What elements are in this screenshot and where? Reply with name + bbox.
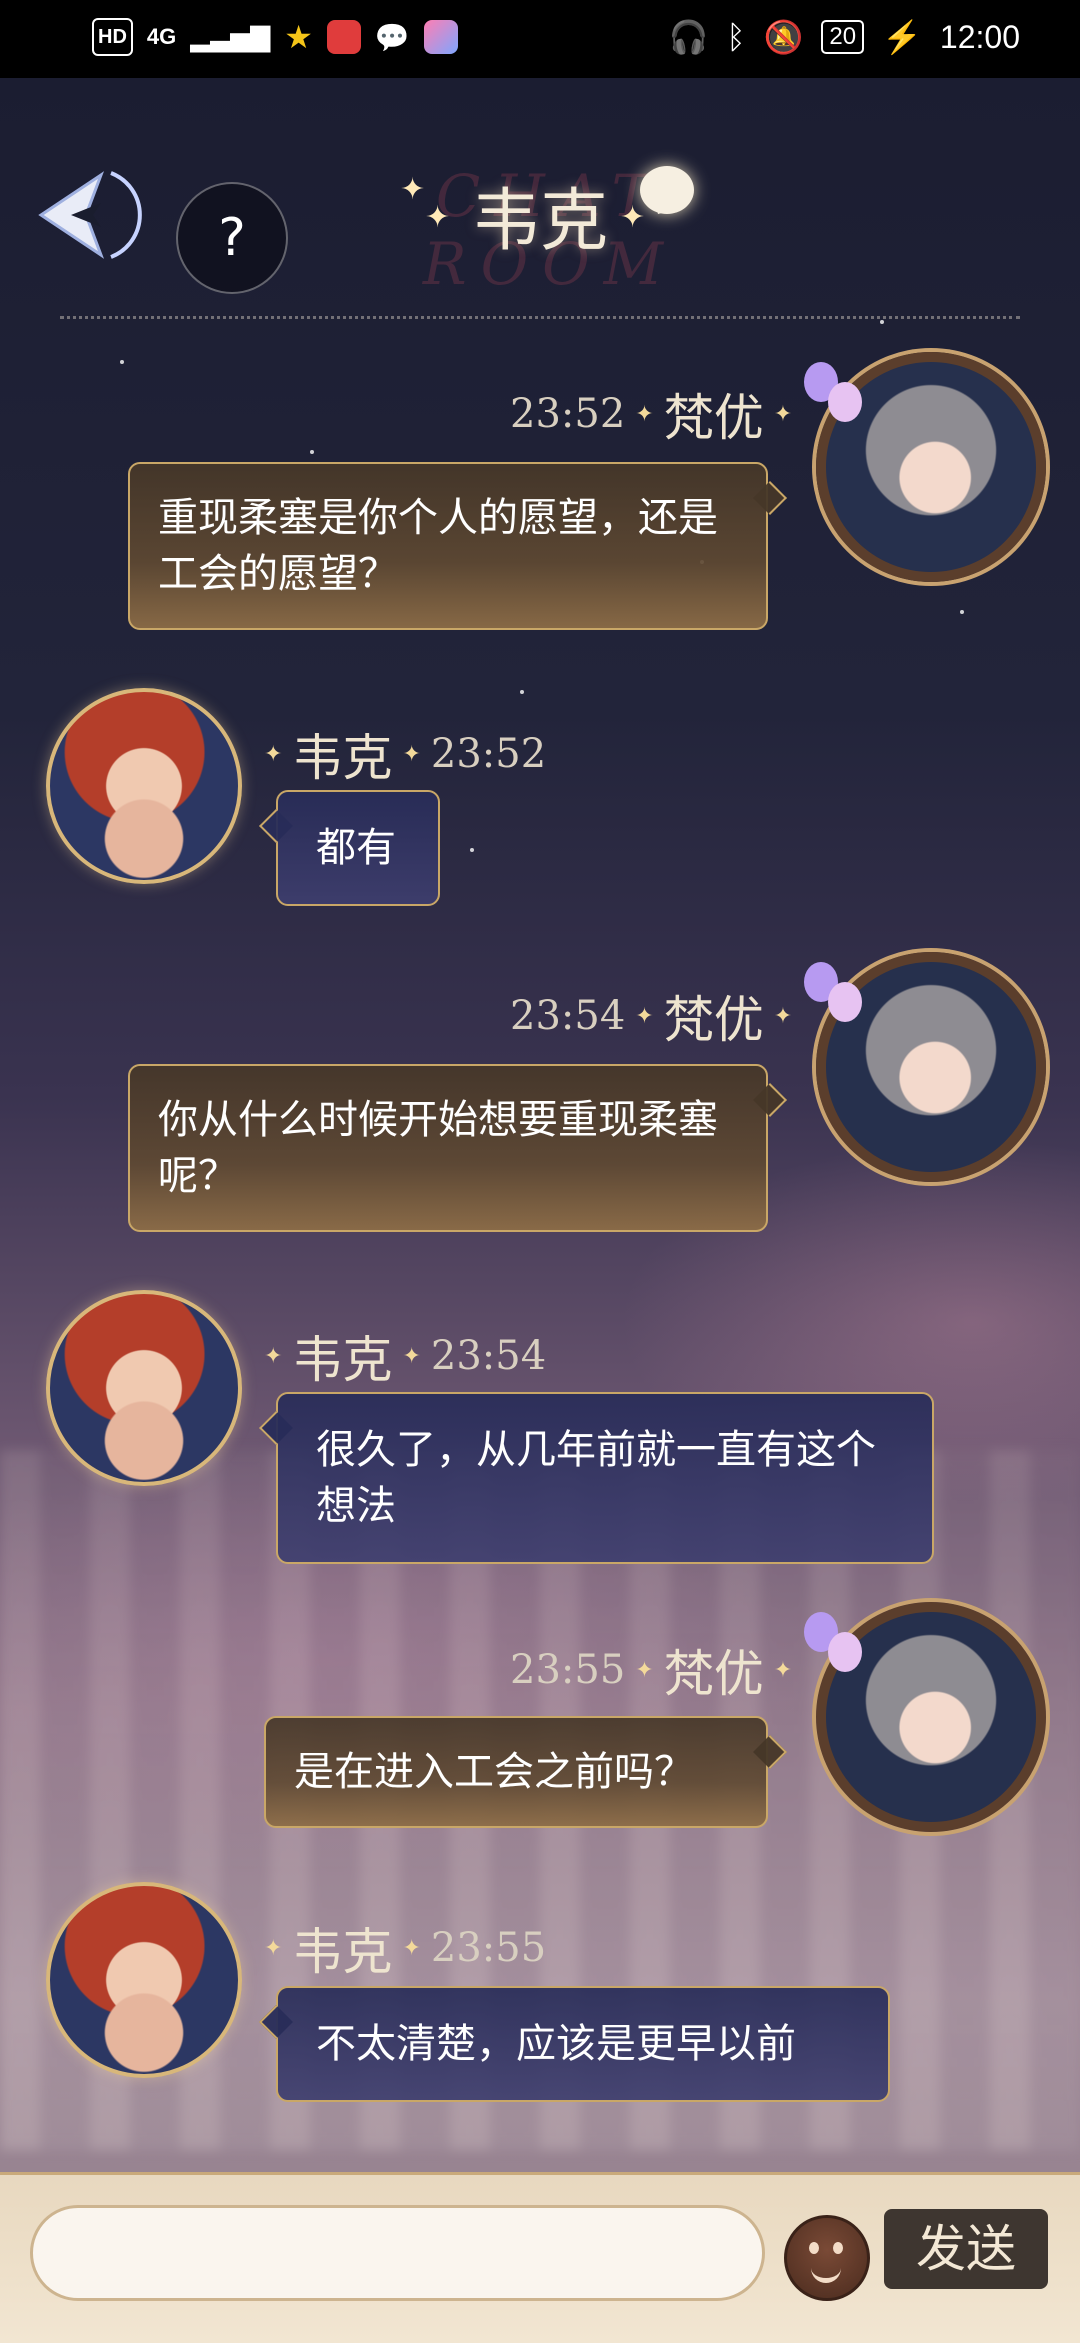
bluetooth-icon: ᛒ xyxy=(726,18,746,55)
message-meta: 23:55 ✦ 梵优 ✦ xyxy=(510,1634,792,1706)
network-indicator: 4G xyxy=(146,24,177,49)
message-meta: 23:52 ✦ 梵优 ✦ xyxy=(510,378,792,450)
hd-indicator: HD xyxy=(92,18,133,56)
balloon-decoration xyxy=(828,382,862,422)
message-time: 23:52 xyxy=(510,391,626,437)
avatar-wake[interactable] xyxy=(46,1882,242,2078)
message-time: 23:54 xyxy=(430,1333,547,1379)
message-bubble[interactable]: 不太清楚，应该是更早以前 xyxy=(276,1986,890,2102)
message-text: 不太清楚，应该是更早以前 xyxy=(316,2021,796,2067)
sender-name: 梵优 xyxy=(663,1645,764,1703)
sparkle-icon: ✦ xyxy=(620,200,646,235)
sender-name: 梵优 xyxy=(663,389,764,447)
chat-bubble-icon xyxy=(640,166,694,214)
message-time: 23:52 xyxy=(430,731,547,777)
message-text: 都有 xyxy=(316,825,396,871)
star xyxy=(960,610,964,614)
battery-icon: 20 xyxy=(821,20,865,54)
avatar-wake[interactable] xyxy=(46,688,242,884)
balloon-decoration xyxy=(828,1632,862,1672)
charging-icon: ⚡ xyxy=(882,19,922,55)
help-button[interactable]: ? xyxy=(176,182,288,294)
gallery-app-icon xyxy=(423,20,458,54)
sender-name: 韦克 xyxy=(292,1331,393,1389)
message-text: 是在进入工会之前吗？ xyxy=(294,1749,694,1795)
input-bar: 发送 xyxy=(0,2172,1080,2343)
header-divider xyxy=(60,316,1020,319)
message-input[interactable] xyxy=(30,2205,765,2301)
message-bubble[interactable]: 是在进入工会之前吗？ xyxy=(264,1716,768,1828)
clock: 12:00 xyxy=(939,18,1020,55)
sender-name: 韦克 xyxy=(292,729,393,787)
balloon-decoration xyxy=(828,982,862,1022)
sender-name: 梵优 xyxy=(663,991,764,1049)
message-time: 23:55 xyxy=(510,1647,626,1693)
message-bubble[interactable]: 重现柔塞是你个人的愿望，还是工会的愿望？ xyxy=(128,462,768,630)
sparkle-icon: ✦ xyxy=(400,172,426,207)
message-bubble[interactable]: 你从什么时候开始想要重现柔塞呢？ xyxy=(128,1064,768,1232)
message-time: 23:54 xyxy=(510,993,626,1039)
mute-icon: 🔕 xyxy=(763,19,804,55)
emoji-icon[interactable] xyxy=(784,2215,870,2301)
send-button[interactable]: 发送 xyxy=(884,2209,1048,2289)
star-app-icon: ★ xyxy=(284,19,313,55)
message-text: 重现柔塞是你个人的愿望，还是工会的愿望？ xyxy=(158,495,718,597)
wechat-icon: 💬 xyxy=(374,21,410,53)
star xyxy=(310,450,314,454)
message-meta: ✦ 韦克 ✦ 23:54 xyxy=(264,1320,546,1392)
message-text: 很久了，从几年前就一直有这个想法 xyxy=(316,1427,876,1529)
back-arrow-icon xyxy=(38,171,142,259)
headphones-icon: 🎧 xyxy=(668,19,709,55)
message-time: 23:55 xyxy=(430,1925,547,1971)
message-meta: ✦ 韦克 ✦ 23:55 xyxy=(264,1912,546,1984)
message-text: 你从什么时候开始想要重现柔塞呢？ xyxy=(158,1097,718,1199)
star xyxy=(880,320,884,324)
back-button[interactable] xyxy=(26,160,156,270)
message-meta: ✦ 韦克 ✦ 23:52 xyxy=(264,718,546,790)
message-meta: 23:54 ✦ 梵优 ✦ xyxy=(510,980,792,1052)
huawei-app-icon xyxy=(326,20,361,54)
sender-name: 韦克 xyxy=(292,1923,393,1981)
message-bubble[interactable]: 都有 xyxy=(276,790,440,906)
signal-icon: ▂▃▅▇ xyxy=(190,21,271,52)
status-bar: HD 4G ▂▃▅▇ ★ 💬 🎧 ᛒ 🔕 20 ⚡ 12:00 xyxy=(0,0,1080,78)
star xyxy=(520,690,524,694)
star xyxy=(470,848,474,852)
message-bubble[interactable]: 很久了，从几年前就一直有这个想法 xyxy=(276,1392,934,1564)
star xyxy=(120,360,124,364)
avatar-wake[interactable] xyxy=(46,1290,242,1486)
page-title: 韦克 xyxy=(471,182,608,261)
